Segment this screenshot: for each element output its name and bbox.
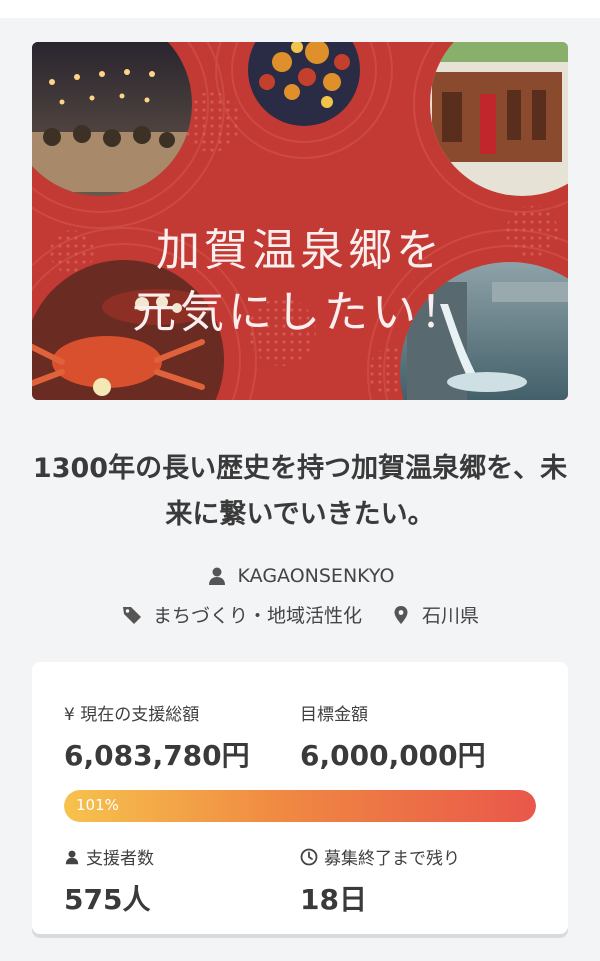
remaining-label: 募集終了まで残り <box>324 849 460 869</box>
supporters-label: 支援者数 <box>86 849 154 869</box>
funding-stats-card: ¥ 現在の支援総額 6,083,780円 目標金額 6,000,000円 101… <box>32 662 568 934</box>
raised-amount-label: ¥ 現在の支援総額 <box>64 705 200 725</box>
owner-row: KAGAONSENKYO <box>0 565 600 587</box>
owner-name[interactable]: KAGAONSENKYO <box>238 565 395 587</box>
funding-progress-bar: 101% <box>64 790 536 822</box>
project-hero-image[interactable]: 加賀温泉郷を 元気にしたい！ <box>32 42 568 400</box>
remaining-label-row: 募集終了まで残り <box>300 844 460 869</box>
category-label: まちづくり・地域活性化 <box>152 605 362 627</box>
progress-percent-text: 101% <box>76 796 119 814</box>
user-icon <box>64 849 80 865</box>
supporters-value: 575人 <box>64 883 151 916</box>
location-label: 石川県 <box>422 605 480 627</box>
user-icon <box>206 565 228 587</box>
location-tag[interactable]: 石川県 <box>390 601 479 628</box>
tag-icon <box>121 604 143 626</box>
goal-amount-label: 目標金額 <box>300 705 368 725</box>
project-tags-row: まちづくり・地域活性化 石川県 <box>0 601 600 628</box>
clock-icon <box>300 848 318 866</box>
project-title: 1300年の長い歴史を持つ加賀温泉郷を、未来に繋いでいきたい。 <box>32 453 568 530</box>
remaining-value: 18日 <box>300 883 367 916</box>
category-tag[interactable]: まちづくり・地域活性化 <box>121 601 362 628</box>
goal-amount-value: 6,000,000円 <box>300 739 486 772</box>
hero-title-line-2: 元気にしたい！ <box>132 287 468 338</box>
raised-amount-value: 6,083,780円 <box>64 739 250 772</box>
map-pin-icon <box>390 604 412 626</box>
supporters-label-row: 支援者数 <box>64 844 154 869</box>
top-bar <box>0 0 600 18</box>
hero-title-line-1: 加賀温泉郷を <box>156 225 444 276</box>
progress-fill <box>64 790 536 822</box>
